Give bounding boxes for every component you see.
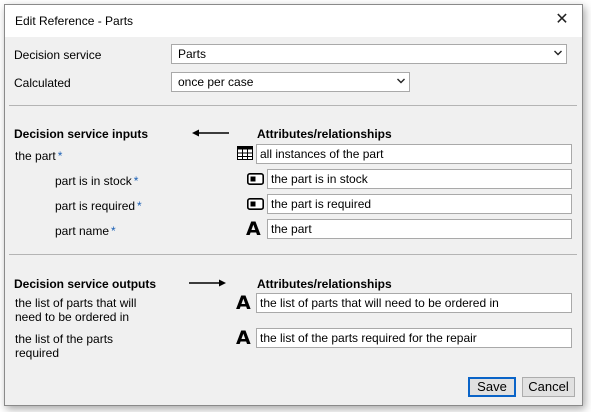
output-label-parts-to-order: the list of parts that will need to be o… [15, 296, 137, 324]
save-button[interactable]: Save [468, 377, 516, 397]
divider [9, 105, 577, 106]
input-label-part-name: part name * [55, 224, 116, 238]
text-icon: A [236, 292, 251, 314]
chevron-down-icon [554, 50, 562, 56]
arrow-left-icon [192, 129, 229, 137]
output-field-parts-to-order[interactable]: the list of parts that will need to be o… [256, 293, 572, 313]
calculated-select[interactable]: once per case [171, 72, 410, 92]
window-title: Edit Reference - Parts [15, 14, 134, 28]
calculated-label: Calculated [14, 76, 71, 90]
text-icon: A [236, 327, 251, 349]
decision-service-value: Parts [178, 47, 207, 61]
input-field-part-is-required[interactable]: the part is required [267, 194, 572, 214]
decision-service-select[interactable]: Parts [171, 44, 567, 64]
table-icon [237, 146, 253, 160]
input-field-part-is-in-stock[interactable]: the part is in stock [267, 169, 572, 189]
edit-reference-dialog: Edit Reference - Parts ✕ Decision servic… [4, 4, 583, 406]
cancel-button[interactable]: Cancel [522, 377, 575, 397]
inputs-attributes-header: Attributes/relationships [257, 127, 392, 141]
input-label-part-is-required: part is required * [55, 199, 142, 213]
input-field-part-name[interactable]: the part [267, 219, 572, 239]
input-field-the-part[interactable]: all instances of the part [256, 144, 572, 164]
outputs-attributes-header: Attributes/relationships [257, 277, 392, 291]
divider [9, 254, 577, 255]
decision-service-label: Decision service [14, 48, 102, 62]
boolean-icon [247, 198, 264, 210]
input-label-part-is-in-stock: part is in stock * [55, 174, 139, 188]
input-label-the-part: the part * [15, 149, 63, 163]
calculated-value: once per case [178, 75, 254, 89]
inputs-header: Decision service inputs [14, 127, 149, 141]
chevron-down-icon [397, 78, 405, 84]
arrow-right-icon [189, 279, 226, 287]
output-label-parts-required: the list of the parts required [15, 332, 114, 360]
text-icon: A [246, 218, 261, 240]
close-icon[interactable]: ✕ [552, 10, 572, 30]
output-field-parts-required[interactable]: the list of the parts required for the r… [256, 328, 572, 348]
boolean-icon [247, 173, 264, 185]
title-bar: Edit Reference - Parts ✕ [5, 5, 582, 37]
outputs-header: Decision service outputs [14, 277, 157, 291]
